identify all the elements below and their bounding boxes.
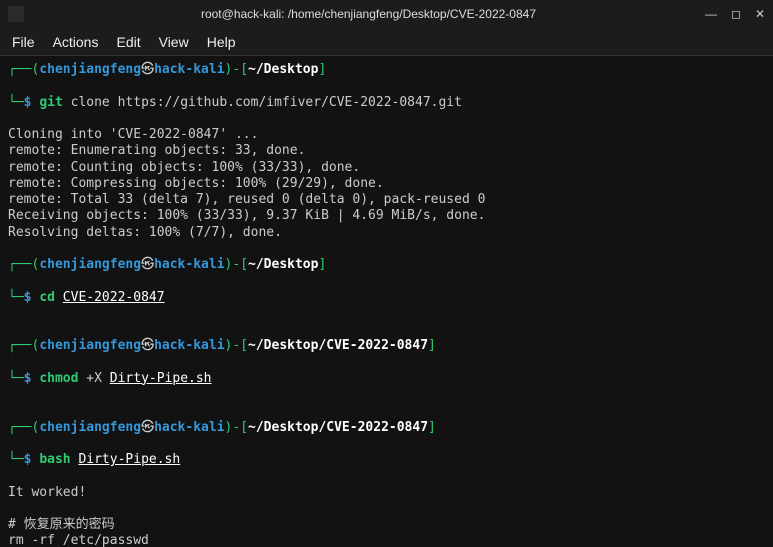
command-line: └─$ chmod +X Dirty-Pipe.sh xyxy=(8,371,765,387)
prompt-header: ┌──(chenjiangfeng㉿hack-kali)-[~/Desktop] xyxy=(8,62,765,78)
titlebar: root@hack-kali: /home/chenjiangfeng/Desk… xyxy=(0,0,773,28)
menubar: File Actions Edit View Help xyxy=(0,28,773,56)
command-line: └─$ cd CVE-2022-0847 xyxy=(8,290,765,306)
output-line: Receiving objects: 100% (33/33), 9.37 Ki… xyxy=(8,208,485,223)
output-line: # 恢复原来的密码 xyxy=(8,517,115,532)
minimize-button[interactable]: — xyxy=(705,7,717,21)
output-line: It worked! xyxy=(8,485,86,500)
prompt-header: ┌──(chenjiangfeng㉿hack-kali)-[~/Desktop/… xyxy=(8,338,765,354)
command-line: └─$ git clone https://github.com/imfiver… xyxy=(8,95,765,111)
close-button[interactable]: ✕ xyxy=(755,7,765,21)
output-line: remote: Compressing objects: 100% (29/29… xyxy=(8,176,384,191)
window-controls: — ◻ ✕ xyxy=(705,7,765,21)
output-line: Resolving deltas: 100% (7/7), done. xyxy=(8,225,282,240)
menu-actions[interactable]: Actions xyxy=(53,34,99,50)
app-icon xyxy=(8,6,24,22)
output-line: remote: Counting objects: 100% (33/33), … xyxy=(8,160,360,175)
command-line: └─$ bash Dirty-Pipe.sh xyxy=(8,452,765,468)
menu-help[interactable]: Help xyxy=(207,34,236,50)
prompt-header: ┌──(chenjiangfeng㉿hack-kali)-[~/Desktop] xyxy=(8,257,765,273)
menu-file[interactable]: File xyxy=(12,34,35,50)
output-line: Cloning into 'CVE-2022-0847' ... xyxy=(8,127,258,142)
window-title: root@hack-kali: /home/chenjiangfeng/Desk… xyxy=(32,7,705,21)
maximize-button[interactable]: ◻ xyxy=(731,7,741,21)
prompt-header: ┌──(chenjiangfeng㉿hack-kali)-[~/Desktop/… xyxy=(8,420,765,436)
output-line: remote: Total 33 (delta 7), reused 0 (de… xyxy=(8,192,485,207)
menu-edit[interactable]: Edit xyxy=(116,34,140,50)
menu-view[interactable]: View xyxy=(159,34,189,50)
output-line: remote: Enumerating objects: 33, done. xyxy=(8,143,305,158)
output-line: rm -rf /etc/passwd xyxy=(8,533,149,547)
terminal[interactable]: ┌──(chenjiangfeng㉿hack-kali)-[~/Desktop]… xyxy=(0,56,773,547)
